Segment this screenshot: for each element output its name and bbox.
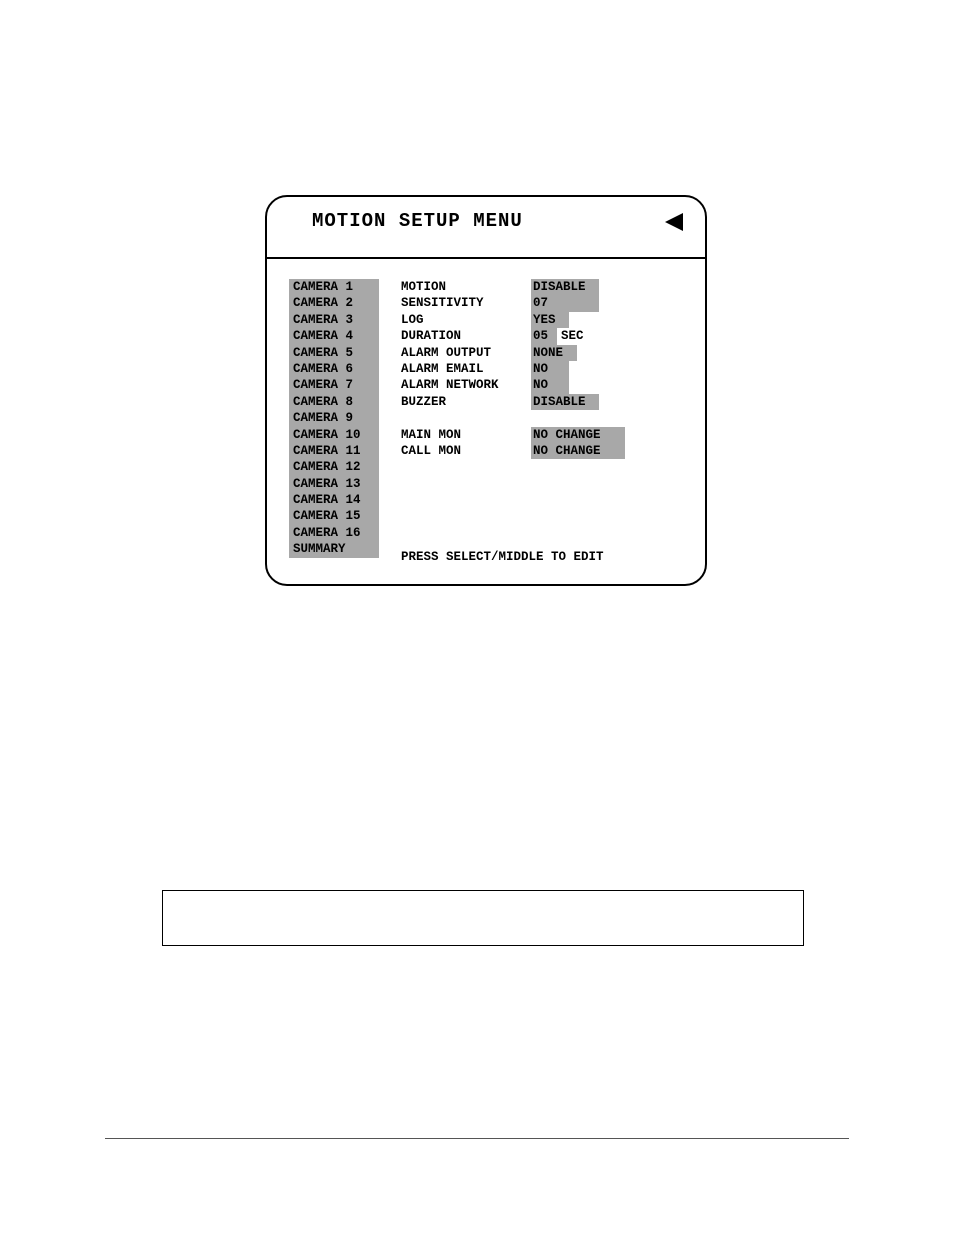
edit-instruction: PRESS SELECT/MIDDLE TO EDIT: [401, 550, 604, 564]
param-row: DURATION05SEC: [401, 328, 625, 344]
camera-item[interactable]: CAMERA 15: [289, 508, 379, 524]
param-label: ALARM EMAIL: [401, 361, 531, 377]
camera-item[interactable]: CAMERA 16: [289, 525, 379, 541]
param-row: ALARM OUTPUTNONE: [401, 345, 625, 361]
back-arrow-icon[interactable]: [663, 213, 683, 231]
param-value[interactable]: NO CHANGE: [531, 427, 625, 443]
camera-item[interactable]: CAMERA 14: [289, 492, 379, 508]
motion-setup-panel: MOTION SETUP MENU CAMERA 1CAMERA 2CAMERA…: [265, 195, 707, 586]
param-row: LOGYES: [401, 312, 625, 328]
camera-item[interactable]: CAMERA 4: [289, 328, 379, 344]
param-label: MOTION: [401, 279, 531, 295]
param-row: SENSITIVITY07: [401, 295, 625, 311]
param-label: ALARM OUTPUT: [401, 345, 531, 361]
blank-caption-box: [162, 890, 804, 946]
param-label: LOG: [401, 312, 531, 328]
param-label: MAIN MON: [401, 427, 531, 443]
param-row: MOTIONDISABLE: [401, 279, 625, 295]
camera-item[interactable]: CAMERA 12: [289, 459, 379, 475]
camera-item[interactable]: SUMMARY: [289, 541, 379, 557]
param-label: ALARM NETWORK: [401, 377, 531, 393]
param-value[interactable]: NONE: [531, 345, 577, 361]
camera-item[interactable]: CAMERA 6: [289, 361, 379, 377]
param-row: ALARM EMAILNO: [401, 361, 625, 377]
param-value[interactable]: NO: [531, 361, 569, 377]
camera-item[interactable]: CAMERA 5: [289, 345, 379, 361]
title-separator: [267, 257, 705, 259]
footer-rule: [105, 1138, 849, 1139]
param-suffix: SEC: [557, 328, 584, 344]
param-value[interactable]: 07: [531, 295, 599, 311]
param-label: DURATION: [401, 328, 531, 344]
param-label: SENSITIVITY: [401, 295, 531, 311]
param-value[interactable]: YES: [531, 312, 569, 328]
param-label: BUZZER: [401, 394, 531, 410]
param-row: ALARM NETWORKNO: [401, 377, 625, 393]
camera-item[interactable]: CAMERA 13: [289, 476, 379, 492]
param-row: MAIN MONNO CHANGE: [401, 427, 625, 443]
param-value[interactable]: NO: [531, 377, 569, 393]
menu-body: CAMERA 1CAMERA 2CAMERA 3CAMERA 4CAMERA 5…: [289, 279, 683, 570]
camera-item[interactable]: CAMERA 10: [289, 427, 379, 443]
param-label: CALL MON: [401, 443, 531, 459]
param-value[interactable]: NO CHANGE: [531, 443, 625, 459]
param-row: BUZZERDISABLE: [401, 394, 625, 410]
param-list: MOTIONDISABLESENSITIVITY07LOGYESDURATION…: [401, 279, 625, 459]
param-value[interactable]: DISABLE: [531, 394, 599, 410]
camera-item[interactable]: CAMERA 8: [289, 394, 379, 410]
menu-title: MOTION SETUP MENU: [267, 197, 705, 242]
camera-item[interactable]: CAMERA 1: [289, 279, 379, 295]
camera-item[interactable]: CAMERA 9: [289, 410, 379, 426]
camera-item[interactable]: CAMERA 2: [289, 295, 379, 311]
camera-item[interactable]: CAMERA 7: [289, 377, 379, 393]
page: MOTION SETUP MENU CAMERA 1CAMERA 2CAMERA…: [0, 0, 954, 1235]
camera-item[interactable]: CAMERA 3: [289, 312, 379, 328]
camera-item[interactable]: CAMERA 11: [289, 443, 379, 459]
param-row: CALL MONNO CHANGE: [401, 443, 625, 459]
param-value[interactable]: 05: [531, 328, 557, 344]
camera-list: CAMERA 1CAMERA 2CAMERA 3CAMERA 4CAMERA 5…: [289, 279, 379, 558]
param-value[interactable]: DISABLE: [531, 279, 599, 295]
